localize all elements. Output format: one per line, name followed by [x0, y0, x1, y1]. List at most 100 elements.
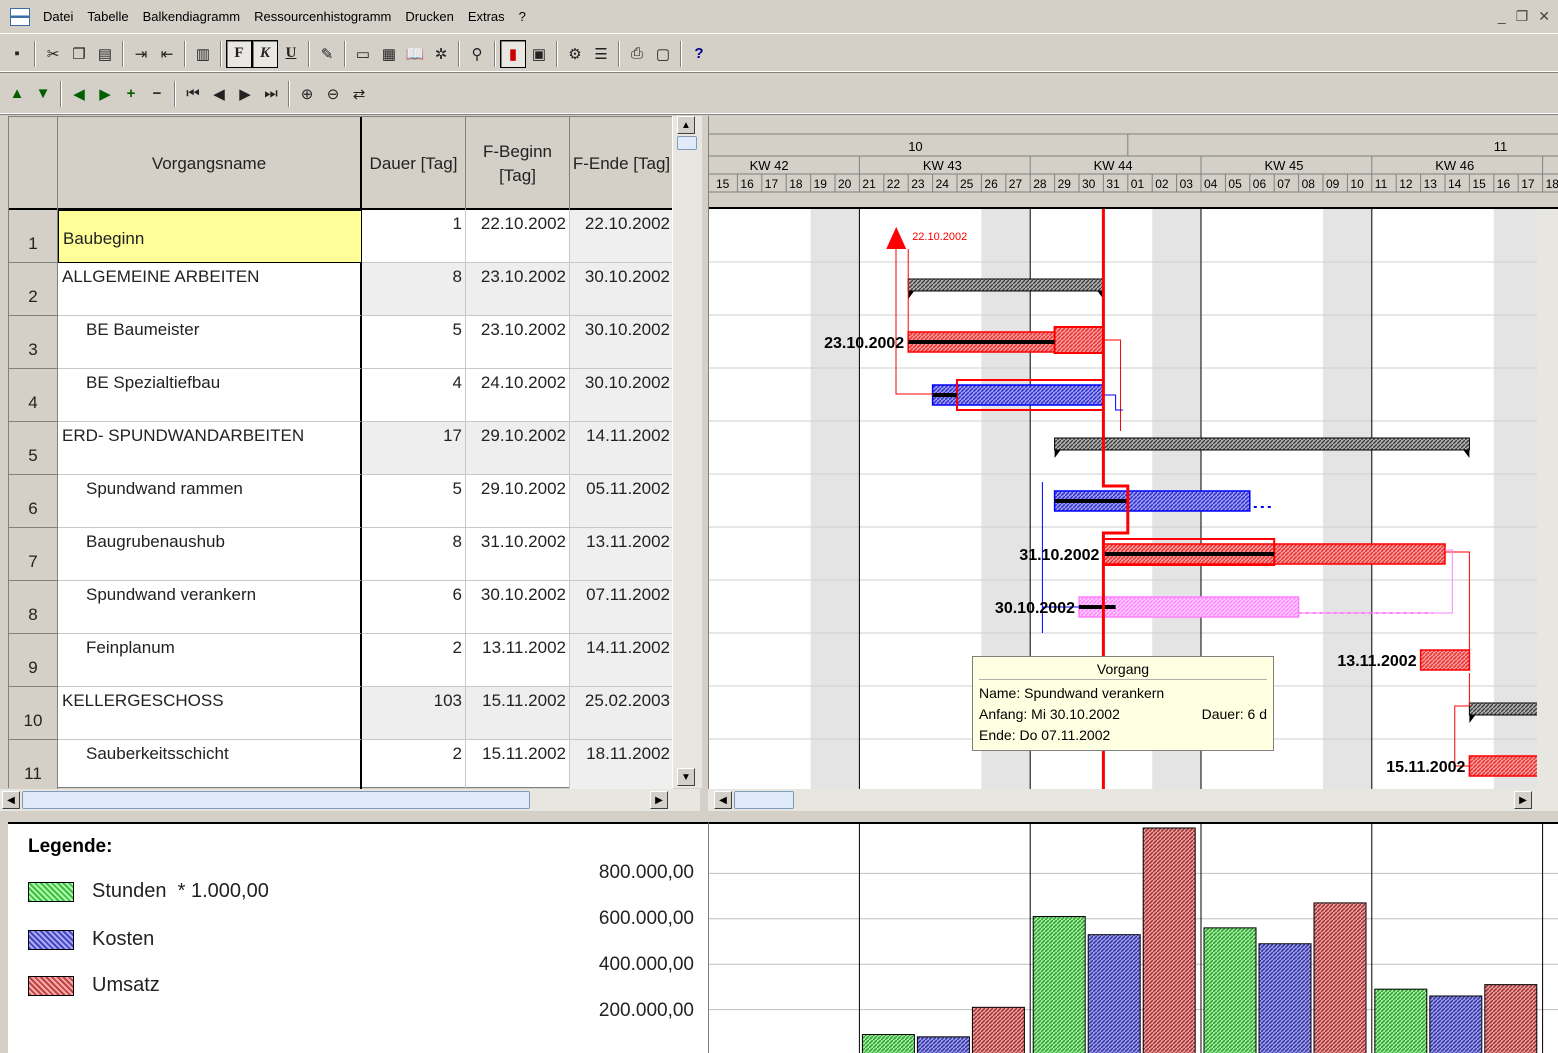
table-row[interactable]: 6 Spundwand rammen 5 29.10.2002 05.11.2002 — [9, 475, 673, 528]
row-number[interactable]: 10 — [9, 687, 58, 740]
table-scroll-thumb[interactable] — [22, 791, 530, 809]
end-cell[interactable]: 13.11.2002 — [570, 528, 673, 581]
gantt-scroll-thumb[interactable] — [734, 791, 794, 809]
task-name-cell[interactable]: BE Baumeister — [58, 316, 362, 369]
duration-cell[interactable]: 8 — [362, 263, 466, 316]
header-task-name[interactable]: Vorgangsname — [58, 117, 362, 210]
task-name-cell[interactable]: Baubeginn — [58, 210, 362, 263]
minimize-icon[interactable]: _ — [1498, 8, 1506, 25]
start-cell[interactable]: 22.10.2002 — [466, 210, 570, 263]
table-vertical-scrollbar[interactable]: ▲ ▼ — [672, 116, 702, 788]
start-cell[interactable]: 15.11.2002 — [466, 687, 570, 740]
brush-icon[interactable]: ✎ — [314, 40, 340, 68]
start-cell[interactable]: 23.10.2002 — [466, 263, 570, 316]
bold-icon[interactable]: F — [226, 39, 252, 68]
start-cell[interactable]: 29.10.2002 — [466, 422, 570, 475]
task-name-cell[interactable]: BE Spezialtiefbau — [58, 369, 362, 422]
scroll-thumb[interactable] — [677, 136, 697, 150]
scroll-left-icon[interactable]: ◀ — [2, 791, 20, 809]
zoom-in-icon[interactable]: ⊕ — [294, 80, 320, 108]
next-icon[interactable]: ▶ — [232, 80, 258, 108]
preview-icon[interactable]: ▢ — [650, 40, 676, 68]
save-icon[interactable]: ▪ — [4, 40, 30, 68]
task-name-cell[interactable]: Spundwand rammen — [58, 475, 362, 528]
underline-icon[interactable]: U — [278, 40, 304, 68]
duration-cell[interactable]: 2 — [362, 634, 466, 687]
table-row[interactable]: 9 Feinplanum 2 13.11.2002 14.11.2002 — [9, 634, 673, 687]
task-name-cell[interactable]: Sauberkeitsschicht — [58, 740, 362, 793]
duration-cell[interactable]: 5 — [362, 316, 466, 369]
table-row[interactable]: 8 Spundwand verankern 6 30.10.2002 07.11.200… — [9, 581, 673, 634]
gantt-horizontal-scrollbar[interactable]: ◀ ▶ — [708, 789, 1558, 811]
menu-extras[interactable]: Extras — [461, 0, 512, 34]
start-cell[interactable]: 23.10.2002 — [466, 316, 570, 369]
menu-datei[interactable]: Datei — [36, 0, 80, 34]
zoom-out-icon[interactable]: ⊖ — [320, 80, 346, 108]
end-cell[interactable]: 05.11.2002 — [570, 475, 673, 528]
scroll-up-icon[interactable]: ▲ — [677, 116, 695, 134]
header-duration[interactable]: Dauer [Tag] — [362, 117, 466, 210]
menu-drucken[interactable]: Drucken — [398, 0, 460, 34]
duration-cell[interactable]: 6 — [362, 581, 466, 634]
copy-icon[interactable]: ❐ — [66, 40, 92, 68]
row-number[interactable]: 6 — [9, 475, 58, 528]
task-name-cell[interactable]: KELLERGESCHOSS — [58, 687, 362, 740]
end-cell[interactable]: 14.11.2002 — [570, 634, 673, 687]
start-cell[interactable]: 30.10.2002 — [466, 581, 570, 634]
network-icon[interactable]: ✲ — [428, 40, 454, 68]
row-number[interactable]: 7 — [9, 528, 58, 581]
start-cell[interactable]: 15.11.2002 — [466, 740, 570, 793]
menu-help[interactable]: ? — [512, 0, 533, 34]
scroll-right-icon[interactable]: ▶ — [1514, 791, 1532, 809]
first-icon[interactable]: ⏮ — [180, 80, 206, 108]
link-icon[interactable]: ⚲ — [464, 40, 490, 68]
close-icon[interactable]: ✕ — [1538, 8, 1550, 25]
duration-cell[interactable]: 4 — [362, 369, 466, 422]
task-name-cell[interactable]: Feinplanum — [58, 634, 362, 687]
paste-icon[interactable]: ▤ — [92, 40, 118, 68]
scroll-down-icon[interactable]: ▼ — [677, 768, 695, 786]
duration-cell[interactable]: 1 — [362, 210, 466, 263]
previous-icon[interactable]: ◀ — [206, 80, 232, 108]
calendar-icon[interactable]: ▦ — [376, 40, 402, 68]
header-start[interactable]: F-Beginn [Tag] — [466, 117, 570, 210]
cut-icon[interactable]: ✂ — [40, 40, 66, 68]
arrow-left-icon[interactable]: ◀ — [66, 80, 92, 108]
table-row[interactable]: 2 ALLGEMEINE ARBEITEN 8 23.10.2002 30.10.200… — [9, 263, 673, 316]
resource-icon[interactable]: ⚙ — [562, 40, 588, 68]
row-number[interactable]: 3 — [9, 316, 58, 369]
duration-cell[interactable]: 2 — [362, 740, 466, 793]
end-cell[interactable]: 07.11.2002 — [570, 581, 673, 634]
table-row[interactable]: 5 ERD- SPUNDWANDARBEITEN 17 29.10.2002 14.11… — [9, 422, 673, 475]
duration-cell[interactable]: 17 — [362, 422, 466, 475]
task-name-cell[interactable]: Baugrubenaushub — [58, 528, 362, 581]
table-row[interactable]: 10 KELLERGESCHOSS 103 15.11.2002 25.02.2003 — [9, 687, 673, 740]
table-horizontal-scrollbar[interactable]: ◀ ▶ — [0, 789, 700, 811]
restore-icon[interactable]: ❐ — [1516, 8, 1529, 25]
task-name-cell[interactable]: ALLGEMEINE ARBEITEN — [58, 263, 362, 316]
scroll-right-icon[interactable]: ▶ — [650, 791, 668, 809]
resource-histogram[interactable] — [708, 822, 1558, 1053]
menu-tabelle[interactable]: Tabelle — [80, 0, 135, 34]
row-number[interactable]: 2 — [9, 263, 58, 316]
arrow-up-icon[interactable]: ▲ — [4, 80, 30, 108]
row-number[interactable]: 9 — [9, 634, 58, 687]
end-cell[interactable]: 25.02.2003 — [570, 687, 673, 740]
calculator-icon[interactable]: ▣ — [526, 40, 552, 68]
start-cell[interactable]: 13.11.2002 — [466, 634, 570, 687]
italic-icon[interactable]: K — [252, 39, 278, 68]
duration-cell[interactable]: 8 — [362, 528, 466, 581]
scroll-left-icon[interactable]: ◀ — [714, 791, 732, 809]
table-row[interactable]: 3 BE Baumeister 5 23.10.2002 30.10.2002 — [9, 316, 673, 369]
end-cell[interactable]: 22.10.2002 — [570, 210, 673, 263]
menu-balkendiagramm[interactable]: Balkendiagramm — [136, 0, 248, 34]
end-cell[interactable]: 18.11.2002 — [570, 740, 673, 793]
histogram-icon[interactable]: ▮ — [500, 39, 526, 68]
minus-icon[interactable]: − — [144, 80, 170, 108]
start-cell[interactable]: 29.10.2002 — [466, 475, 570, 528]
end-cell[interactable]: 30.10.2002 — [570, 316, 673, 369]
app-icon[interactable] — [10, 7, 30, 26]
task-name-cell[interactable]: Spundwand verankern — [58, 581, 362, 634]
plus-icon[interactable]: + — [118, 80, 144, 108]
row-number[interactable]: 8 — [9, 581, 58, 634]
